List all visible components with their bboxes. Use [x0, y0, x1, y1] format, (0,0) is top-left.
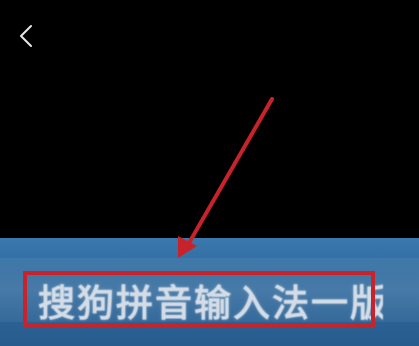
title-banner: 搜狗拼音输入法一版 [0, 238, 419, 346]
chevron-left-icon [20, 25, 32, 47]
video-area [0, 0, 419, 238]
back-button[interactable] [8, 18, 44, 54]
banner-title: 搜狗拼音输入法一版 [38, 282, 383, 325]
